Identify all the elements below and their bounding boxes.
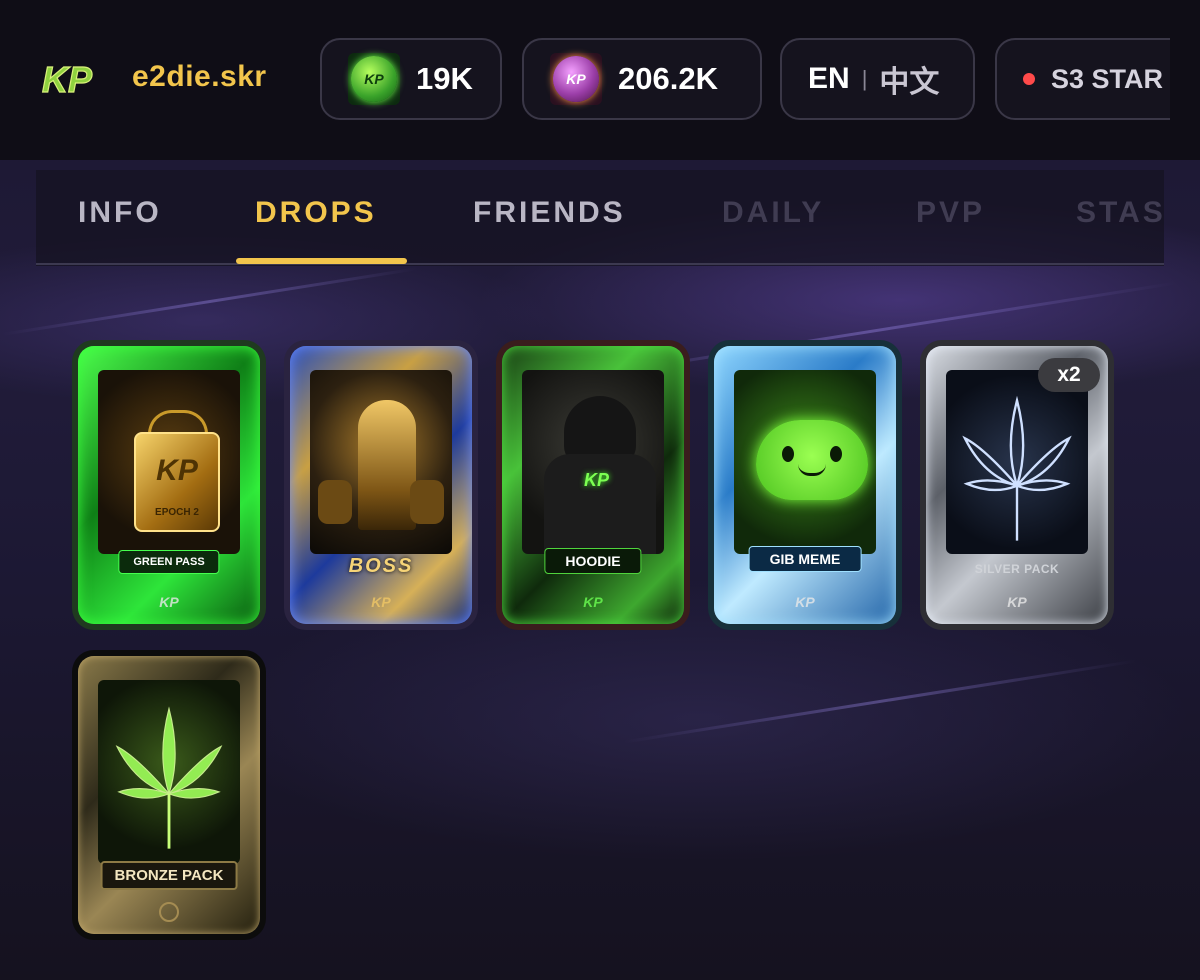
drop-card-silver-pack[interactable]: SILVER PACK KP x2	[920, 340, 1114, 630]
hoodie-art: KP	[522, 370, 664, 554]
drop-card-label: GREEN PASS	[118, 550, 220, 574]
throne-icon	[358, 400, 416, 530]
tab-daily[interactable]: DAILY	[722, 196, 824, 230]
kp-logo: KP	[41, 58, 93, 100]
gib-meme-art	[734, 370, 876, 554]
frog-icon	[756, 420, 868, 500]
crosshair-icon	[159, 902, 179, 922]
drop-card-label: SILVER PACK	[974, 562, 1060, 576]
active-tab-indicator	[236, 258, 407, 264]
leaf-icon	[115, 706, 223, 849]
season-status-clip: S3 STAR	[995, 38, 1170, 120]
tab-stas-clip: STAS	[1076, 190, 1164, 240]
drop-card-label: GIB MEME	[748, 546, 862, 572]
tab-drops[interactable]: DROPS	[255, 196, 377, 230]
tab-info[interactable]: INFO	[78, 196, 162, 230]
tab-stas[interactable]: STAS	[1076, 196, 1164, 230]
drop-card-boss[interactable]: BOSS KP	[284, 340, 478, 630]
drop-card-green-pass[interactable]: KP EPOCH 2 GREEN PASS KP	[72, 340, 266, 630]
tab-divider	[36, 263, 1164, 265]
kp-logo-icon: KP	[1007, 594, 1027, 610]
kp-logo-icon: KP	[795, 594, 815, 610]
silver-pack-art	[946, 370, 1088, 554]
season-status[interactable]: S3 STAR	[995, 38, 1170, 120]
leaf-icon	[962, 395, 1072, 541]
username[interactable]: e2die.skr	[132, 60, 267, 94]
green-token-icon: KP	[348, 53, 400, 105]
kp-logo-icon: KP	[583, 594, 603, 610]
purple-token-value: 206.2K	[618, 61, 718, 96]
gold-pass-icon: KP EPOCH 2	[134, 432, 220, 532]
purple-token-icon: KP	[550, 53, 602, 105]
live-dot-icon	[1023, 73, 1035, 85]
tab-pvp[interactable]: PVP	[916, 196, 985, 230]
background-streak	[2, 267, 418, 336]
drop-card-label: HOODIE	[544, 548, 642, 574]
kp-logo-icon: KP	[159, 594, 179, 610]
language-en[interactable]: EN	[808, 62, 850, 96]
language-separator: |	[861, 66, 868, 91]
drop-card-bronze-pack[interactable]: BRONZE PACK	[72, 650, 266, 940]
drop-card-gib-meme[interactable]: GIB MEME KP	[708, 340, 902, 630]
season-status-text: S3 STAR	[1051, 63, 1164, 94]
background-streak	[622, 659, 1138, 744]
language-zh[interactable]: 中文	[879, 57, 939, 101]
language-switcher[interactable]: EN | 中文	[780, 38, 975, 120]
bronze-pack-art	[98, 680, 240, 864]
kp-logo-icon: KP	[371, 594, 391, 610]
drop-card-label: BRONZE PACK	[100, 861, 238, 890]
green-token-value: 19K	[416, 61, 473, 96]
svg-text:KP: KP	[42, 59, 93, 100]
green-pass-art: KP EPOCH 2	[98, 370, 240, 554]
drop-card-label: BOSS	[348, 555, 414, 577]
tab-friends[interactable]: FRIENDS	[473, 196, 626, 230]
boss-art	[310, 370, 452, 554]
purple-token-balance[interactable]: KP 206.2K	[522, 38, 762, 120]
drop-card-hoodie[interactable]: KP HOODIE KP	[496, 340, 690, 630]
green-token-balance[interactable]: KP 19K	[320, 38, 502, 120]
quantity-badge: x2	[1038, 358, 1100, 392]
